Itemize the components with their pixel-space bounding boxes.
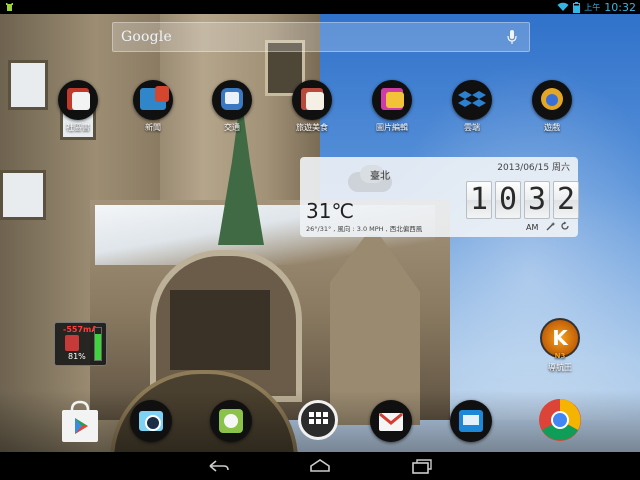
- refresh-icon[interactable]: [560, 221, 570, 231]
- dock: [0, 398, 640, 450]
- wallpaper-arch-inner: [170, 290, 270, 370]
- book-app-icon: [58, 80, 98, 120]
- clock-digit: 1: [466, 181, 492, 219]
- app-folder-news[interactable]: 新聞: [117, 80, 189, 133]
- widget-city[interactable]: 臺北: [370, 167, 390, 182]
- battery-current: -557mA: [63, 325, 98, 334]
- app-label: 圖片編輯: [376, 123, 408, 132]
- widget-temperature: 31℃: [306, 199, 354, 223]
- all-apps-button[interactable]: [298, 400, 342, 444]
- app-folder-transit[interactable]: 交通: [196, 80, 268, 133]
- gmail-icon[interactable]: [370, 400, 414, 444]
- status-ampm: 上午: [584, 2, 601, 12]
- chat-app-icon[interactable]: [210, 400, 254, 444]
- games-icon: [532, 80, 572, 120]
- magv-news-icon: [133, 80, 173, 120]
- app-label: 導航王: [548, 363, 572, 372]
- battery-icon: [573, 1, 581, 13]
- play-store-icon[interactable]: [58, 400, 102, 444]
- weather-clock-widget[interactable]: 2013/06/15 周六 臺北 31℃ 26°/31° , 風向 : 3.0 …: [300, 157, 579, 237]
- navigation-bar: [0, 452, 640, 480]
- google-search-bar[interactable]: Google: [112, 22, 530, 52]
- app-navigation-king[interactable]: K N3 導航王: [532, 318, 588, 373]
- wifi-icon: [557, 2, 569, 11]
- widget-weather-detail: 26°/31° , 風向 : 3.0 MPH , 西北偏西風: [306, 225, 423, 233]
- usb-debug-icon: [6, 3, 13, 11]
- app-label: 遊戲: [544, 123, 560, 132]
- battery-level-bar: [94, 327, 102, 361]
- app-label: 社區書: [66, 123, 90, 132]
- app-label: 旅遊美食: [296, 123, 328, 132]
- settings-wand-icon[interactable]: [546, 221, 556, 231]
- recent-apps-icon[interactable]: [410, 457, 434, 475]
- clock-digit: 2: [553, 181, 579, 219]
- status-clock: 10:32: [604, 0, 636, 14]
- battery-pack-icon: [65, 335, 79, 351]
- status-bar[interactable]: 上午 10:32: [0, 0, 640, 14]
- back-icon[interactable]: [206, 457, 230, 475]
- camera-icon[interactable]: [130, 400, 174, 444]
- battery-monitor-widget[interactable]: -557mA 81%: [54, 322, 107, 366]
- app-folder-photo-editing[interactable]: 圖片編輯: [356, 80, 428, 133]
- google-logo[interactable]: Google: [113, 29, 172, 45]
- battery-percent: 81%: [68, 352, 86, 361]
- widget-ampm: AM: [526, 223, 539, 232]
- app-label: 交通: [224, 123, 240, 132]
- clock-digit: 3: [524, 181, 550, 219]
- app-folder-community[interactable]: 社區書: [42, 80, 114, 133]
- app-label: 雲端: [464, 123, 480, 132]
- nav-app-badge: N3: [554, 352, 566, 360]
- wallpaper-window: [0, 170, 46, 220]
- file-explorer-icon[interactable]: [450, 400, 494, 444]
- app-label: 新聞: [145, 123, 161, 132]
- battery-level-fill: [95, 334, 101, 360]
- transit-icon: [212, 80, 252, 120]
- flip-clock[interactable]: 1 0 3 2: [466, 181, 579, 219]
- food-icon: [292, 80, 332, 120]
- home-icon[interactable]: [308, 457, 332, 475]
- app-folder-games[interactable]: 遊戲: [516, 80, 588, 133]
- app-folder-travel-food[interactable]: 旅遊美食: [276, 80, 348, 133]
- chrome-icon[interactable]: [538, 398, 582, 442]
- app-folder-cloud[interactable]: 雲端: [436, 80, 508, 133]
- widget-date: 2013/06/15 周六: [497, 163, 570, 173]
- all-apps-icon: [298, 400, 338, 440]
- microphone-icon[interactable]: [507, 29, 517, 45]
- photo-editor-icon: [372, 80, 412, 120]
- clock-digit: 0: [495, 181, 521, 219]
- dropbox-icon: [452, 80, 492, 120]
